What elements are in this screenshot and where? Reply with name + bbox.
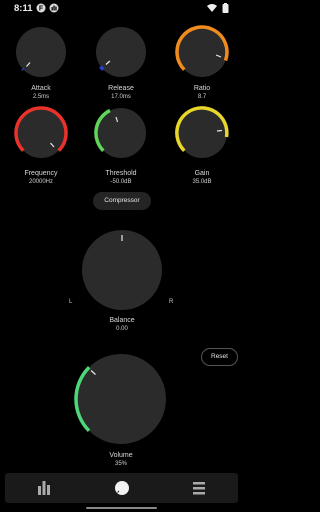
threshold-knob[interactable]: Threshold -50.0dB [90, 105, 152, 187]
balance-dial[interactable] [79, 228, 165, 314]
status-bar: 8:11 F [0, 0, 243, 18]
menu-lines-icon [193, 482, 205, 495]
volume-dial[interactable] [72, 352, 170, 448]
volume-label: Volume [109, 452, 133, 459]
gain-value: 35.0dB [192, 179, 212, 185]
ratio-value: 8.7 [197, 94, 207, 100]
home-indicator[interactable] [86, 507, 157, 509]
release-label: Release [108, 85, 134, 92]
attack-value: 2.5ms [32, 94, 50, 100]
frequency-label: Frequency [24, 170, 58, 177]
ratio-knob[interactable]: Ratio 8.7 [171, 24, 233, 106]
threshold-value: -50.0dB [110, 179, 132, 185]
nav-menu[interactable] [179, 473, 219, 503]
volume-value: 35% [114, 461, 127, 467]
wifi-icon [207, 4, 217, 12]
app-notification-icon: F [36, 3, 46, 13]
release-knob[interactable]: Release 17.0ms [90, 24, 152, 106]
balance-knob[interactable]: Balance 0.00 [79, 228, 165, 338]
balance-value: 0.00 [116, 326, 128, 332]
compressor-button[interactable]: Compressor [93, 192, 151, 210]
frequency-knob[interactable]: Frequency 20000Hz [10, 105, 72, 187]
ratio-dial[interactable] [171, 24, 233, 82]
gain-label: Gain [194, 170, 210, 177]
nav-equalizer[interactable] [24, 473, 64, 503]
threshold-label: Threshold [105, 170, 137, 177]
battery-icon [222, 3, 229, 13]
attack-label: Attack [31, 85, 51, 92]
balance-label: Balance [109, 317, 135, 324]
status-time: 8:11 [14, 3, 33, 14]
balance-right-label: R [169, 299, 174, 305]
volume-knob[interactable]: Volume 35% [72, 352, 170, 470]
frequency-dial[interactable] [10, 105, 72, 163]
nav-knobs[interactable] [102, 473, 142, 503]
release-dial[interactable] [90, 24, 152, 82]
gain-dial[interactable] [171, 105, 233, 163]
reset-button[interactable]: Reset [201, 348, 238, 366]
frequency-value: 20000Hz [28, 179, 54, 185]
bottom-nav [5, 473, 238, 503]
knob-icon [115, 481, 129, 495]
svg-text:F: F [39, 6, 44, 13]
threshold-dial[interactable] [90, 105, 152, 163]
app-notification-icon-2 [49, 3, 59, 13]
gain-knob[interactable]: Gain 35.0dB [171, 105, 233, 187]
equalizer-bars-icon [38, 481, 50, 495]
attack-knob[interactable]: Attack 2.5ms [10, 24, 72, 106]
release-value: 17.0ms [111, 94, 131, 100]
attack-dial[interactable] [10, 24, 72, 82]
balance-left-label: L [69, 299, 73, 305]
ratio-label: Ratio [193, 85, 211, 92]
